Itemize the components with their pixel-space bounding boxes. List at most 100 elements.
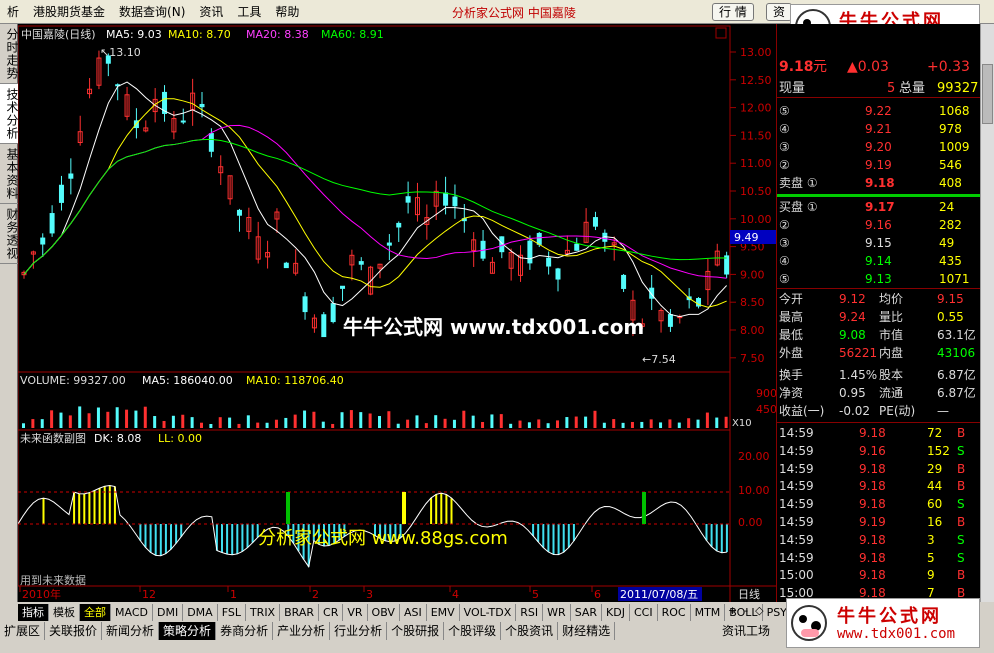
price-tick: 12.00: [740, 102, 772, 115]
volume-unit: X10: [732, 418, 752, 429]
maximize-icon[interactable]: [715, 27, 727, 39]
candle-body: [546, 257, 552, 267]
indicator-tab[interactable]: TRIX: [245, 604, 281, 621]
indicator-tab[interactable]: OBV: [367, 604, 400, 621]
volume-bar: [462, 410, 466, 428]
info-tab[interactable]: 新闻分析: [102, 622, 160, 640]
chart-area[interactable]: 中国嘉陵(日线) MA5: 9.03 MA10: 8.70 MA20: 8.38…: [17, 24, 791, 602]
indicator-tab[interactable]: 指标: [18, 604, 49, 621]
volume-bar: [40, 419, 44, 428]
volume-bar: [452, 419, 456, 428]
menu-item-news[interactable]: 资讯: [192, 3, 230, 20]
zoom-controls[interactable]: + - ◇: [728, 604, 764, 617]
tab-intraday[interactable]: 分时走势: [0, 24, 19, 84]
info-tab[interactable]: 个股评级: [444, 622, 502, 640]
indicator-tab[interactable]: MTM: [690, 604, 726, 621]
volume-row: 现量 5 总量 99327: [777, 80, 981, 98]
indicator-tab[interactable]: MACD: [111, 604, 153, 621]
date-tick: 5: [532, 588, 539, 601]
indicator-tab[interactable]: CCI: [629, 604, 658, 621]
indicator-tab[interactable]: SAR: [570, 604, 603, 621]
indicator-tab[interactable]: FSL: [217, 604, 246, 621]
info-tab[interactable]: 券商分析: [216, 622, 274, 640]
volume-bar: [265, 422, 269, 428]
kline-chart-svg[interactable]: 中国嘉陵(日线) MA5: 9.03 MA10: 8.70 MA20: 8.38…: [17, 24, 791, 602]
price-unit: 元: [813, 59, 827, 75]
candle-body: [452, 196, 458, 207]
indicator-tab[interactable]: DMI: [152, 604, 184, 621]
vertical-scrollbar[interactable]: [980, 24, 994, 602]
price-tick: 12.50: [740, 74, 772, 87]
info-workshop-tab[interactable]: 资讯工场: [722, 622, 770, 640]
stat-row: 最低 9.08 市值 63.1亿: [779, 328, 976, 342]
indicator-tab[interactable]: KDJ: [602, 604, 630, 621]
tick-row: 14:59 9.16 152 S: [779, 443, 965, 458]
volume-bar: [406, 419, 410, 428]
indicator-tab[interactable]: BRAR: [280, 604, 320, 621]
indicator-tab[interactable]: VR: [343, 604, 368, 621]
info-tab[interactable]: 行业分析: [330, 622, 388, 640]
candle-body: [58, 184, 64, 203]
date-tick: 12: [142, 588, 156, 601]
quote-button[interactable]: 行 情: [712, 3, 754, 21]
svg-text:9.49: 9.49: [734, 231, 759, 244]
info-tab[interactable]: 策略分析: [159, 622, 217, 640]
volume-bar: [443, 418, 447, 428]
volume-bar: [612, 419, 616, 428]
cow-icon: [791, 605, 827, 641]
menu-item-help[interactable]: 帮助: [268, 3, 306, 20]
volume-bar: [396, 423, 400, 428]
indicator-tab[interactable]: 模板: [49, 604, 80, 621]
volume-bar: [471, 415, 475, 428]
stat-row: 净资 0.95 流通 6.87亿: [779, 386, 976, 400]
main-watermark: 牛牛公式网 www.tdx001.com: [343, 315, 644, 339]
volume-bar: [715, 417, 719, 428]
price-axis: 13.0012.5012.0011.5011.0010.5010.009.509…: [730, 46, 772, 365]
indicator-tab[interactable]: EMV: [426, 604, 460, 621]
menu-item-data-query[interactable]: 数据查询(N): [112, 3, 192, 20]
indicator-tab[interactable]: RSI: [516, 604, 544, 621]
info-tab[interactable]: 财经精选: [558, 622, 616, 640]
ask-row: 卖盘 ① 9.18 408: [779, 176, 962, 190]
tab-financials[interactable]: 财务透视: [0, 204, 19, 264]
date-tick: 3: [366, 588, 373, 601]
info-tab[interactable]: 个股研报: [387, 622, 445, 640]
volume-bar: [312, 411, 316, 428]
tab-technical[interactable]: 技术分析: [0, 84, 19, 144]
volume-bar: [134, 410, 138, 428]
volume-bar: [162, 420, 166, 428]
volume-bar: [87, 413, 91, 428]
indicator-watermark: 分析家公式网 www.88gs.com: [258, 528, 508, 549]
volume-ma5-label: MA5: 186040.00: [142, 374, 233, 387]
volume-bar: [574, 416, 578, 428]
period-label[interactable]: 日线: [738, 587, 760, 601]
indicator-tab[interactable]: ASI: [399, 604, 427, 621]
info-tab[interactable]: 个股资讯: [501, 622, 559, 640]
candle-body: [386, 242, 392, 246]
indicator-tab[interactable]: ROC: [657, 604, 691, 621]
volume-bar: [621, 422, 625, 428]
info-tab[interactable]: 关联报价: [45, 622, 103, 640]
volume-bar: [630, 421, 634, 428]
spread-divider: [777, 194, 981, 197]
indicator-tab[interactable]: DMA: [183, 604, 218, 621]
candle-body: [236, 209, 242, 216]
volume-bar: [331, 423, 335, 428]
menu-item-hk-futures[interactable]: 港股期货基金: [26, 3, 112, 20]
tab-fundamentals[interactable]: 基本资料: [0, 144, 19, 204]
window-title: 分析家公式网 中国嘉陵: [452, 6, 576, 20]
info-button[interactable]: 资: [766, 3, 793, 21]
info-tab[interactable]: 扩展区: [0, 622, 46, 640]
menu-item-analysis[interactable]: 析: [0, 3, 26, 20]
indicator-tab[interactable]: WR: [543, 604, 571, 621]
indicator-tab[interactable]: VOL-TDX: [459, 604, 517, 621]
ask-row: ③ 9.20 1009: [779, 140, 970, 154]
indicator-tab[interactable]: CR: [319, 604, 344, 621]
volume-bar: [303, 410, 307, 428]
volume-bar: [499, 414, 503, 428]
indicator-tab[interactable]: 全部: [80, 604, 111, 621]
menu-item-tools[interactable]: 工具: [230, 3, 268, 20]
candle-body: [283, 262, 289, 269]
info-tab[interactable]: 产业分析: [273, 622, 331, 640]
volume-bar: [181, 414, 185, 428]
